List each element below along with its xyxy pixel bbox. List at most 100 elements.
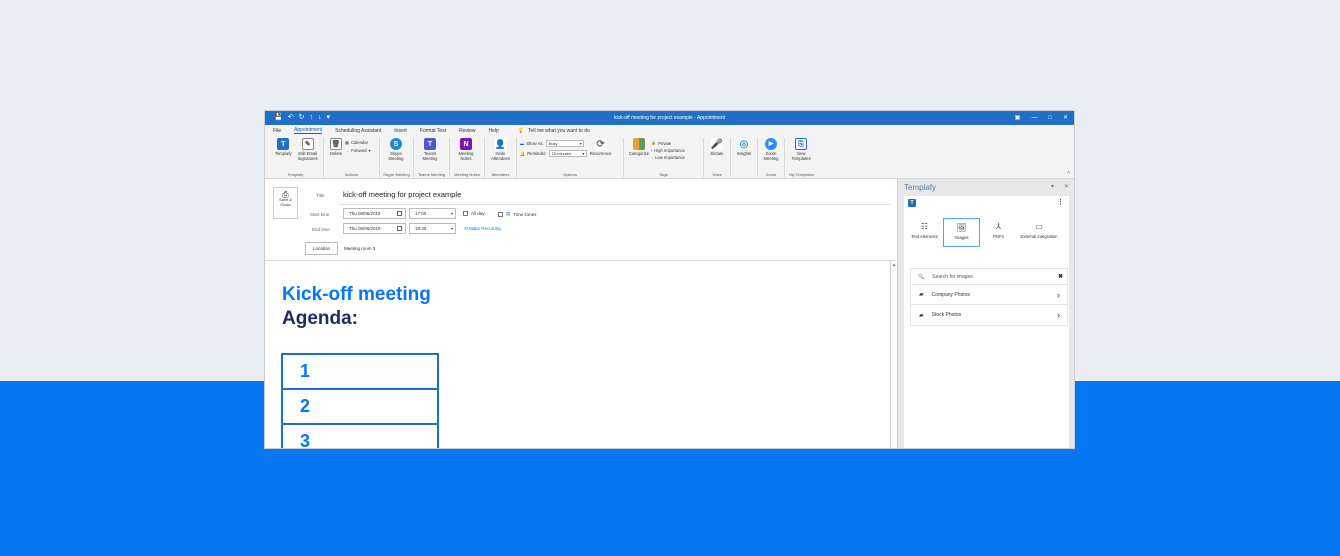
pane-tabs: ☷ Text elements 🖼 Images ⅄ PDFs ▭ Extern… <box>906 218 1061 247</box>
calendar-icon[interactable] <box>397 211 402 216</box>
high-importance-button[interactable]: ! High Importance <box>651 148 685 153</box>
group-teams: T Teams Meeting Teams Meeting <box>414 138 450 177</box>
end-date-input[interactable]: Thu 06/06/2019 <box>343 223 406 234</box>
group-templafy: T Templafy ✎ Edit Email Signatures Templ… <box>268 138 324 177</box>
title-input[interactable]: kick-off meeting for project example <box>343 190 461 199</box>
pane-header: Templafy ▾ ✕ <box>898 179 1074 196</box>
outlook-appointment-window: 💾 ↶ ↻ ↑ ↓ ▾ kick-off meeting for project… <box>265 111 1074 448</box>
minimize-icon[interactable]: — <box>1031 111 1037 125</box>
template-icon: ⎘ <box>795 138 807 150</box>
menu-bar: File Appointment Scheduling Assistant In… <box>265 125 1074 136</box>
group-label: Skype Meeting <box>383 172 410 177</box>
heading-line-1: Kick-off meeting <box>282 284 431 305</box>
menu-file[interactable]: File <box>273 128 281 134</box>
menu-scheduling-assistant[interactable]: Scheduling Assistant <box>335 128 381 134</box>
folder-stock-photos[interactable]: ▰ Stock Photos › <box>911 305 1067 325</box>
show-as-control: ▬ Show As: Busy <box>520 140 587 147</box>
tell-me-text: Tell me what you want to do <box>528 127 590 134</box>
group-attendees: 👤 Invite Attendees Attendees <box>485 138 517 177</box>
bell-icon: 🔔 <box>520 150 526 156</box>
all-day-checkbox[interactable]: All day <box>463 211 485 216</box>
reminder-dropdown[interactable]: 15 minutes <box>548 150 587 157</box>
close-icon[interactable]: ✕ <box>1063 111 1068 125</box>
group-label: My Templates <box>789 172 814 177</box>
lock-icon: 🔒 <box>651 140 657 145</box>
insights-button[interactable]: ◎ Insights <box>734 138 754 177</box>
checkbox-icon <box>463 211 468 216</box>
group-my-templates: ⎘ View Templates My Templates <box>785 138 818 177</box>
tab-external-integration[interactable]: ▭ External integration <box>1017 218 1061 247</box>
clear-search-icon[interactable]: ✖ <box>1058 273 1063 280</box>
message-body[interactable]: Kick-off meeting Agenda: 1 2 3 <box>265 260 895 448</box>
title-label: Title <box>316 193 325 198</box>
tell-me-box[interactable]: 💡 Tell me what you want to do <box>518 128 590 134</box>
tab-images[interactable]: 🖼 Images <box>943 218 980 247</box>
window-controls: ▣ — □ ✕ <box>1015 111 1068 125</box>
calendar-icon[interactable] <box>397 226 402 231</box>
tab-pdfs[interactable]: ⅄ PDFs <box>980 218 1017 247</box>
appointment-form: ⎙ Save & Close Title kick-off meeting fo… <box>265 179 895 259</box>
close-icon[interactable]: ✕ <box>1064 183 1069 190</box>
scroll-up-icon[interactable]: ▲ <box>892 262 896 267</box>
low-importance-button[interactable]: ↓ Low Importance <box>651 155 685 160</box>
start-date-input[interactable]: Thu 06/06/2019 <box>343 208 406 219</box>
tab-text-elements[interactable]: ☷ Text elements <box>906 218 943 247</box>
ribbon-display-icon[interactable]: ▣ <box>1015 111 1021 125</box>
location-button[interactable]: Location <box>305 242 338 255</box>
body-scrollbar[interactable]: ▲ <box>890 261 897 448</box>
agenda-row[interactable]: 2 <box>281 388 439 425</box>
collapse-ribbon-icon[interactable]: ˄ <box>1067 170 1070 176</box>
group-label: Attendees <box>491 172 510 177</box>
pane-controls: ▾ ✕ <box>1051 183 1069 190</box>
pane-content: T ⋮ ☷ Text elements 🖼 Images ⅄ PDFs ▭ Ex… <box>904 196 1069 448</box>
menu-insert[interactable]: Insert <box>394 128 407 134</box>
recurrence-icon: ⟲ <box>464 226 468 231</box>
show-as-dropdown[interactable]: Busy <box>545 140 584 147</box>
menu-review[interactable]: Review <box>459 128 475 134</box>
end-time-label: End time <box>312 227 330 232</box>
image-search-input[interactable]: 🔍 Search for images ✖ <box>911 269 1067 285</box>
agenda-row[interactable]: 1 <box>281 353 439 390</box>
calendar-button[interactable]: ▦ Calendar <box>345 140 371 145</box>
teams-icon: T <box>424 138 436 150</box>
folder-icon: ▰ <box>919 292 924 298</box>
recurrence-icon: ⟳ <box>594 138 607 150</box>
group-label: Teams Meeting <box>417 172 446 177</box>
private-button[interactable]: 🔒 Private <box>651 140 685 146</box>
menu-help[interactable]: Help <box>489 128 499 134</box>
ribbon: T Templafy ✎ Edit Email Signatures Templ… <box>265 136 1074 179</box>
menu-format-text[interactable]: Format Text <box>420 128 446 134</box>
start-time-label: Start time <box>310 212 330 217</box>
time-zones-button[interactable]: ▤ Time zones <box>498 211 536 217</box>
more-options-icon[interactable]: ⋮ <box>1057 198 1064 206</box>
group-actions: 🗑 Delete ▦ Calendar → Forward ▾ Actions <box>324 138 380 177</box>
chevron-right-icon: › <box>1057 289 1060 300</box>
checkbox-icon <box>498 211 503 217</box>
group-voice: 🎤 Dictate Voice <box>704 138 731 177</box>
location-input[interactable]: Meeting room 3 <box>344 246 375 251</box>
chevron-down-icon[interactable]: ▾ <box>1051 183 1054 190</box>
agenda-row[interactable]: 3 <box>281 423 439 448</box>
zoom-icon: ▶ <box>765 138 777 150</box>
forward-button[interactable]: → Forward ▾ <box>345 148 371 153</box>
search-icon: 🔍 <box>918 273 925 280</box>
pane-title: Templafy <box>904 183 937 192</box>
save-close-button[interactable]: ⎙ Save & Close <box>273 187 298 219</box>
menu-appointment[interactable]: Appointment <box>294 127 323 134</box>
lightbulb-icon: 💡 <box>517 127 525 134</box>
group-zoom: ▶ Zoom Meeting Zoom <box>758 138 785 177</box>
templafy-logo-icon: T <box>908 199 916 207</box>
microphone-icon: 🎤 <box>710 138 724 150</box>
folder-company-photos[interactable]: ▰ Company Photos › <box>911 285 1067 305</box>
start-time-select[interactable]: 17:00 <box>409 208 456 219</box>
group-insights: ◎ Insights <box>731 138 758 177</box>
reminder-control: 🔔 Reminder: 15 minutes <box>520 150 587 157</box>
group-label: Options <box>563 172 577 177</box>
maximize-icon[interactable]: □ <box>1048 111 1052 125</box>
folder-icon: ▰ <box>919 312 924 319</box>
window-title: kick-off meeting for project example - A… <box>613 115 726 121</box>
make-recurring-link[interactable]: ⟲ Make Recurring <box>464 226 501 232</box>
group-label: Zoom <box>765 172 777 177</box>
end-time-select[interactable]: 19:30 <box>409 223 456 234</box>
skype-icon: S <box>390 138 402 150</box>
